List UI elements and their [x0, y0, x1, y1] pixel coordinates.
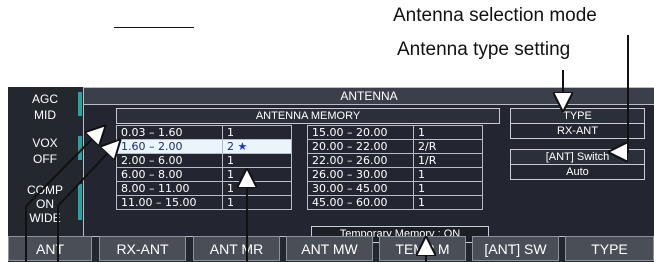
annotation-arrows — [25, 35, 629, 262]
arrow-memory-table-1 — [25, 128, 103, 262]
arrow-antenna-selection-mode — [612, 35, 629, 152]
arrow-memory-table-2 — [57, 142, 118, 262]
